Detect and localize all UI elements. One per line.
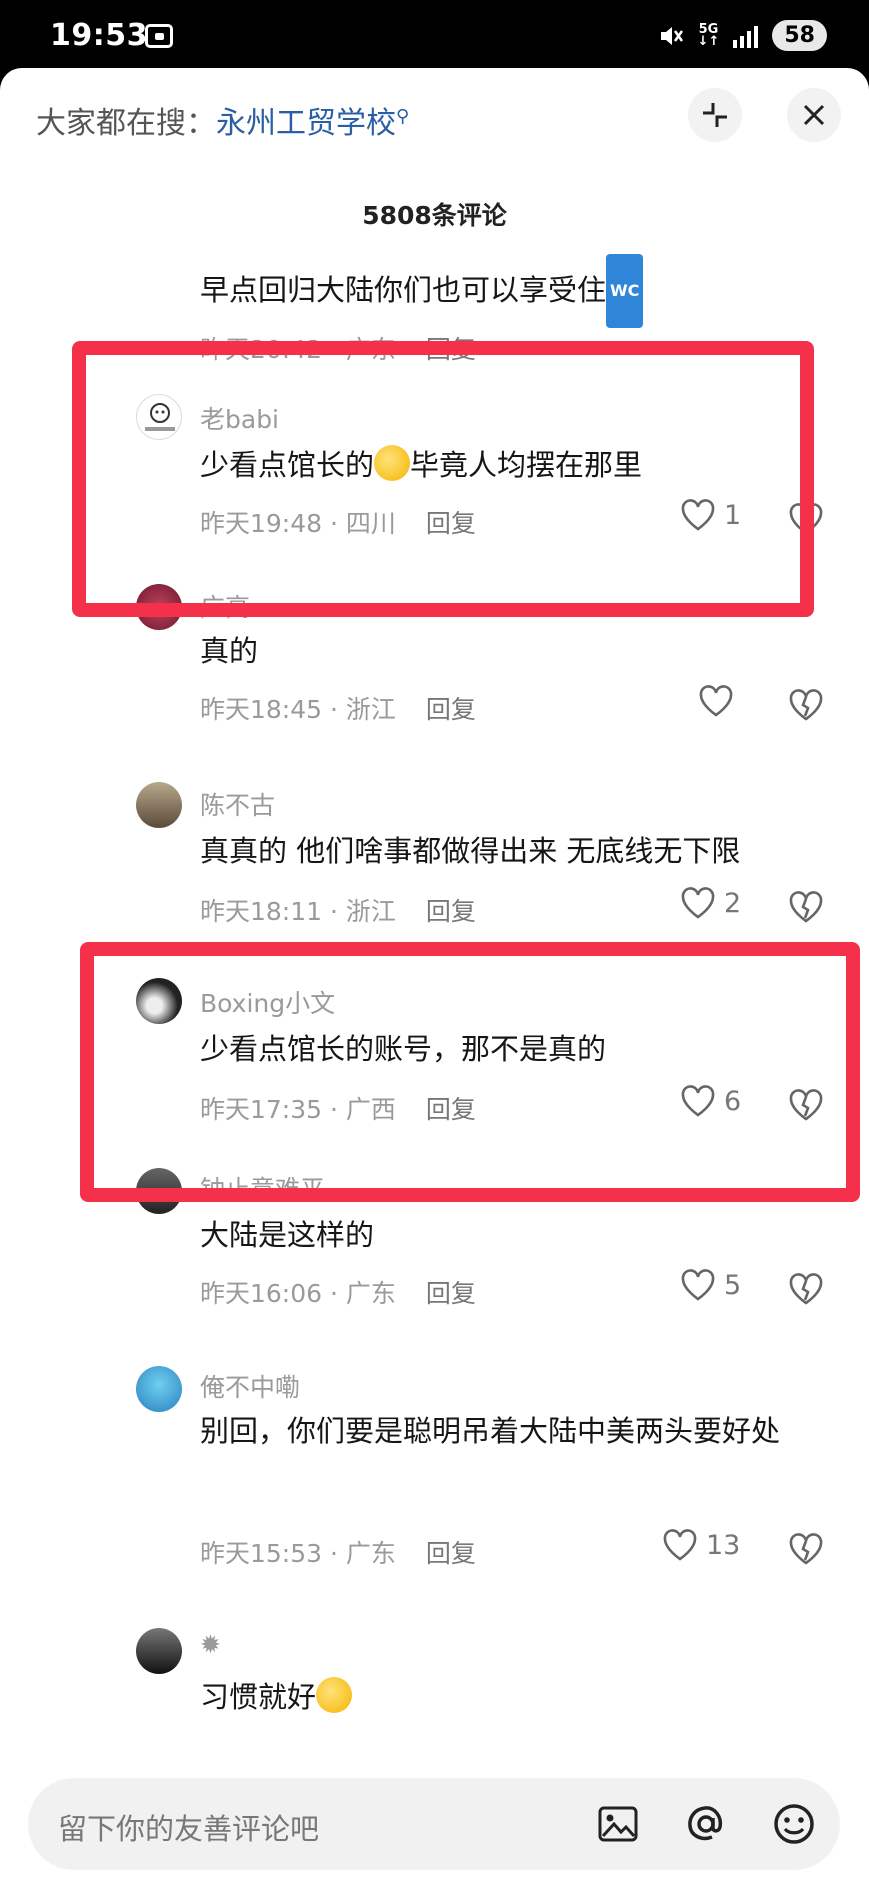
comment-list: 早点回归大陆你们也可以享受住 WC 昨天20:42 · 广东 回复 老babi 少看… <box>0 244 869 1774</box>
comment-input-bar[interactable]: 留下你的友善评论吧 <box>28 1778 840 1870</box>
status-bar: 19:53 5G ↓↑ 58 <box>0 0 869 68</box>
comment-text: 早点回归大陆你们也可以享受住 WC <box>200 254 840 328</box>
comment-text: 真的 <box>200 634 259 668</box>
heart-icon <box>663 1529 697 1561</box>
highlight-box <box>80 942 860 1202</box>
dislike-icon[interactable] <box>788 1272 824 1306</box>
comment-text: 真真的 他们啥事都做得出来 无底线无下限 <box>200 834 741 868</box>
comment-meta: 昨天18:45 · 浙江 回复 <box>200 695 476 724</box>
signal-icon <box>733 24 759 48</box>
trending-prefix: 大家都在搜： <box>36 106 216 141</box>
avatar[interactable] <box>136 782 182 828</box>
heart-icon <box>681 887 715 919</box>
status-time: 19:53 <box>50 18 148 53</box>
reply-button[interactable]: 回复 <box>426 1539 476 1568</box>
like-button[interactable]: 5 <box>680 1268 741 1302</box>
username[interactable]: 陈不古 <box>200 786 275 822</box>
comment-input[interactable]: 留下你的友善评论吧 <box>58 1806 319 1848</box>
status-right: 5G ↓↑ 58 <box>658 20 827 51</box>
trending-search[interactable]: 大家都在搜：永州工贸学校⚲ <box>36 98 409 142</box>
comment-text: 习惯就好 <box>200 1666 840 1728</box>
image-icon[interactable] <box>594 1800 642 1848</box>
comment-text: 别回，你们要是聪明吊着大陆中美两头要好处 <box>200 1414 781 1448</box>
like-button[interactable]: 2 <box>680 886 741 920</box>
username[interactable]: 俺不中嘞 <box>200 1368 300 1404</box>
like-button[interactable]: 13 <box>662 1528 740 1562</box>
crying-laughing-emoji <box>316 1677 353 1713</box>
reply-button[interactable]: 回复 <box>426 1279 476 1308</box>
reply-button[interactable]: 回复 <box>426 695 476 724</box>
like-count: 13 <box>706 1529 741 1561</box>
battery-indicator: 58 <box>772 20 827 51</box>
wc-icon: WC <box>606 254 644 328</box>
comment-count: 5808条评论 <box>362 201 507 230</box>
reply-button[interactable]: 回复 <box>426 897 476 926</box>
search-icon: ⚲ <box>396 106 410 127</box>
dislike-icon[interactable] <box>788 1532 824 1566</box>
comment-text: 大陆是这样的 <box>200 1218 375 1252</box>
heart-icon <box>699 685 733 717</box>
highlight-box <box>72 341 814 617</box>
avatar[interactable] <box>136 1628 182 1674</box>
comment-meta: 昨天16:06 · 广东 回复 <box>200 1279 476 1308</box>
mention-icon[interactable] <box>682 1800 730 1848</box>
emoji-icon[interactable] <box>770 1800 818 1848</box>
username[interactable]: ✹ <box>200 1630 221 1659</box>
trending-keyword[interactable]: 永州工贸学校 <box>216 106 396 141</box>
mute-icon <box>660 26 683 45</box>
dislike-icon[interactable] <box>788 890 824 924</box>
heart-icon <box>681 1269 715 1301</box>
collapse-icon <box>703 103 727 127</box>
avatar[interactable] <box>136 1366 182 1412</box>
like-button[interactable] <box>698 684 742 718</box>
like-count: 5 <box>724 1269 742 1301</box>
comments-sheet: 大家都在搜：永州工贸学校⚲ 5808条评论 早点回归大陆你们也可以享受住 WC 昨… <box>0 68 869 1884</box>
dislike-icon[interactable] <box>788 688 824 722</box>
comment-meta: 昨天15:53 · 广东 回复 <box>200 1539 476 1568</box>
close-button[interactable] <box>787 88 841 142</box>
like-count: 2 <box>724 887 742 919</box>
collapse-button[interactable] <box>688 88 742 142</box>
network-type: 5G ↓↑ <box>697 21 720 49</box>
close-icon <box>803 104 825 126</box>
screen-cast-icon <box>145 24 173 48</box>
comment-meta: 昨天18:11 · 浙江 回复 <box>200 897 476 926</box>
